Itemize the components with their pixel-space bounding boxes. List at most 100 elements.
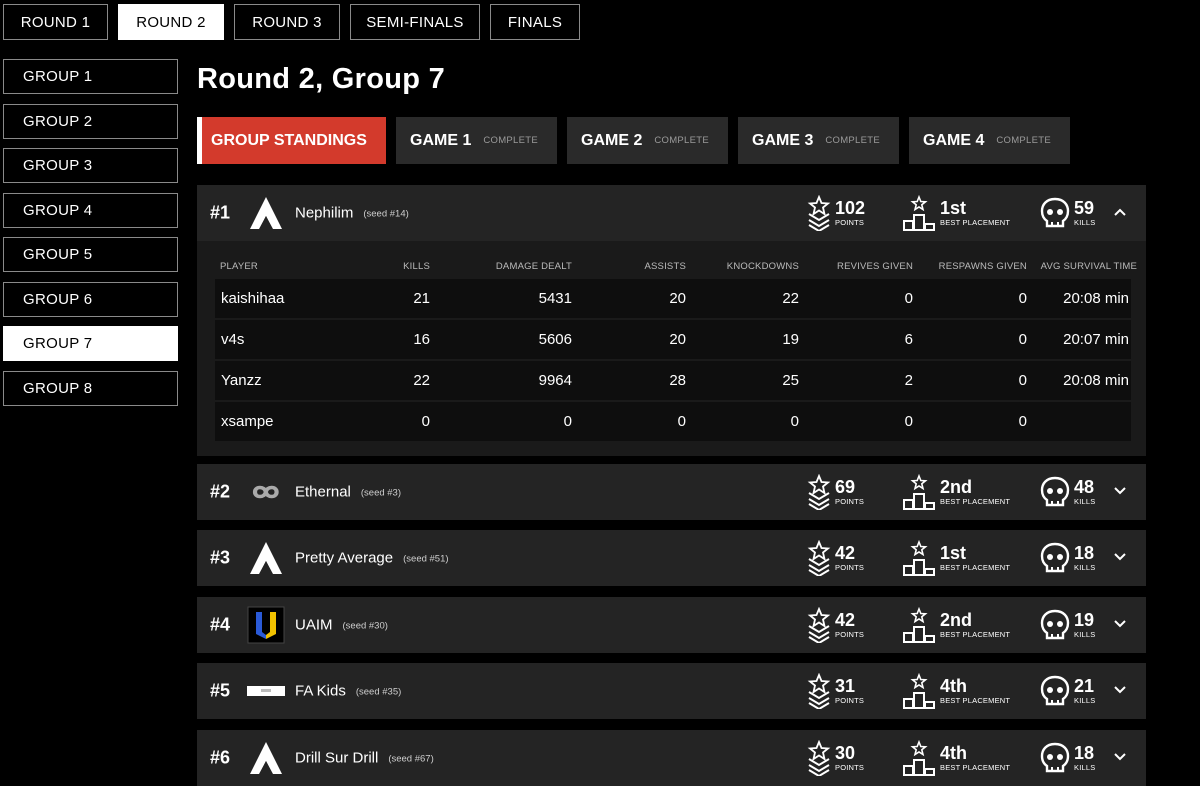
skull-icon: [1040, 476, 1070, 507]
table-cell: 22: [413, 372, 430, 389]
team-seed: (seed #14): [363, 208, 409, 220]
expand-toggle[interactable]: [1113, 616, 1127, 634]
tab-round-2[interactable]: ROUND 2: [118, 4, 224, 40]
points-chevron-icon: [807, 474, 831, 510]
team-seed: (seed #3): [360, 487, 402, 499]
table-cell: 0: [904, 413, 913, 430]
page-title: Round 2, Group 7: [197, 63, 446, 95]
tab-semi-finals[interactable]: SEMI-FINALS: [350, 4, 480, 40]
team-card: #5 FA Kids (seed #35) 31 POINTS 4th BEST PLACE…: [197, 663, 1146, 719]
team-header[interactable]: #4 UAIM (seed #30) 42 POINTS 2nd BEST PLACEMEN…: [197, 597, 1146, 653]
kills-label: KILLS: [1074, 763, 1096, 773]
sidebar-item-group-3[interactable]: GROUP 3: [3, 148, 178, 183]
expand-toggle[interactable]: [1113, 204, 1127, 222]
points-value: 102: [835, 198, 866, 219]
placement-stat: 2nd BEST PLACEMENT: [902, 607, 1010, 643]
tab-round-3[interactable]: ROUND 3: [234, 4, 340, 40]
tab-group-standings[interactable]: GROUP STANDINGS: [197, 117, 386, 164]
sidebar-item-group-2[interactable]: GROUP 2: [3, 103, 178, 139]
expand-toggle[interactable]: [1113, 549, 1127, 567]
sidebar-item-group-7[interactable]: GROUP 7: [3, 326, 178, 361]
team-header[interactable]: #5 FA Kids (seed #35) 31 POINTS 4th BEST PLACE…: [197, 663, 1146, 719]
apex-logo-icon: [250, 197, 282, 229]
tab-game-1[interactable]: GAME 1 COMPLETE: [396, 117, 557, 164]
team-header[interactable]: #2 Ethernal (seed #3) 69 POINTS 2nd BEST PLACE…: [197, 464, 1146, 520]
sidebar-item-group-6[interactable]: GROUP 6: [3, 281, 178, 317]
team-name: Drill Sur Drill (seed #67): [295, 749, 434, 767]
kills-label: KILLS: [1074, 630, 1096, 640]
table-cell: 19: [782, 331, 799, 348]
table-cell: 0: [1018, 372, 1027, 389]
table-cell: 20: [669, 331, 686, 348]
kills-stat: 19 KILLS: [1040, 609, 1095, 641]
table-cell: 0: [563, 413, 572, 430]
table-cell: 20:08 min: [1063, 372, 1129, 389]
table-cell: v4s: [221, 331, 245, 348]
points-stat: 30 POINTS: [807, 740, 864, 776]
points-stat: 102 POINTS: [807, 195, 865, 231]
points-label: POINTS: [835, 218, 865, 228]
chevron-down-icon: [1114, 753, 1126, 761]
placement-value: 1st: [940, 198, 967, 219]
kills-label: KILLS: [1074, 563, 1096, 573]
points-label: POINTS: [835, 630, 865, 640]
chevron-down-icon: [1114, 553, 1126, 561]
kills-value: 19: [1074, 610, 1095, 631]
sidebar-item-group-8[interactable]: GROUP 8: [3, 370, 178, 406]
column-header: RESPAWNS GIVEN: [938, 260, 1027, 272]
game-tab-label: GAME 3: [752, 131, 814, 149]
table-cell: kaishihaa: [221, 290, 285, 307]
placement-value: 4th: [940, 676, 967, 697]
column-header: DAMAGE DEALT: [495, 260, 572, 272]
game-tab-status: COMPLETE: [654, 135, 710, 146]
column-header: AVG SURVIVAL TIME: [1040, 260, 1137, 272]
game-tabs: GROUP STANDINGS GAME 1 COMPLETE GAME 2 COMPL…: [197, 117, 1070, 164]
placement-stat: 4th BEST PLACEMENT: [902, 740, 1010, 776]
placement-stat: 4th BEST PLACEMENT: [902, 673, 1010, 709]
expand-toggle[interactable]: [1113, 483, 1127, 501]
points-value: 69: [835, 477, 856, 498]
table-cell: 21: [413, 290, 430, 307]
tab-game-4[interactable]: GAME 4 COMPLETE: [909, 117, 1070, 164]
points-label: POINTS: [835, 563, 865, 573]
tab-game-3[interactable]: GAME 3 COMPLETE: [738, 117, 899, 164]
team-logo: [247, 194, 285, 232]
team-header[interactable]: #3 Pretty Average (seed #51) 42 POINTS 1st BES…: [197, 530, 1146, 586]
tab-game-2[interactable]: GAME 2 COMPLETE: [567, 117, 728, 164]
placement-label: BEST PLACEMENT: [940, 497, 1011, 507]
kills-stat: 59 KILLS: [1040, 197, 1095, 229]
team-header[interactable]: #1 Nephilim (seed #14) 102 POINTS 1st BEST PLA…: [197, 185, 1146, 241]
points-label: POINTS: [835, 497, 865, 507]
table-cell: 0: [1018, 331, 1027, 348]
placement-label: BEST PLACEMENT: [940, 696, 1011, 706]
points-chevron-icon: [807, 673, 831, 709]
podium-icon: [903, 540, 935, 576]
skull-icon: [1040, 609, 1070, 640]
points-chevron-icon: [807, 195, 831, 231]
sidebar-item-group-5[interactable]: GROUP 5: [3, 237, 178, 272]
team-card: #3 Pretty Average (seed #51) 42 POINTS 1st BES…: [197, 530, 1146, 586]
tab-finals[interactable]: FINALS: [490, 4, 580, 40]
placement-label: BEST PLACEMENT: [940, 218, 1011, 228]
placement-value: 2nd: [940, 610, 973, 631]
points-value: 42: [835, 610, 856, 631]
sidebar-item-group-4[interactable]: GROUP 4: [3, 192, 178, 228]
table-cell: 16: [413, 331, 430, 348]
team-logo: [247, 606, 285, 644]
table-cell: 5431: [538, 290, 572, 307]
column-header: KNOCKDOWNS: [726, 260, 799, 272]
table-row: kaishihaa 21 5431 20 22 0 0 20:08 min: [215, 279, 1131, 318]
expand-toggle[interactable]: [1113, 682, 1127, 700]
game-tab-status: COMPLETE: [825, 135, 881, 146]
podium-icon: [903, 673, 935, 709]
table-cell: 0: [677, 413, 686, 430]
kills-value: 21: [1074, 676, 1095, 697]
sidebar-item-group-1[interactable]: GROUP 1: [3, 59, 178, 94]
points-value: 30: [835, 743, 856, 764]
fakids-logo-icon: [247, 686, 285, 696]
tab-round-1[interactable]: ROUND 1: [3, 4, 108, 40]
team-rank: #3: [210, 547, 231, 568]
table-cell: 20: [669, 290, 686, 307]
expand-toggle[interactable]: [1113, 749, 1127, 767]
skull-icon: [1040, 197, 1070, 228]
